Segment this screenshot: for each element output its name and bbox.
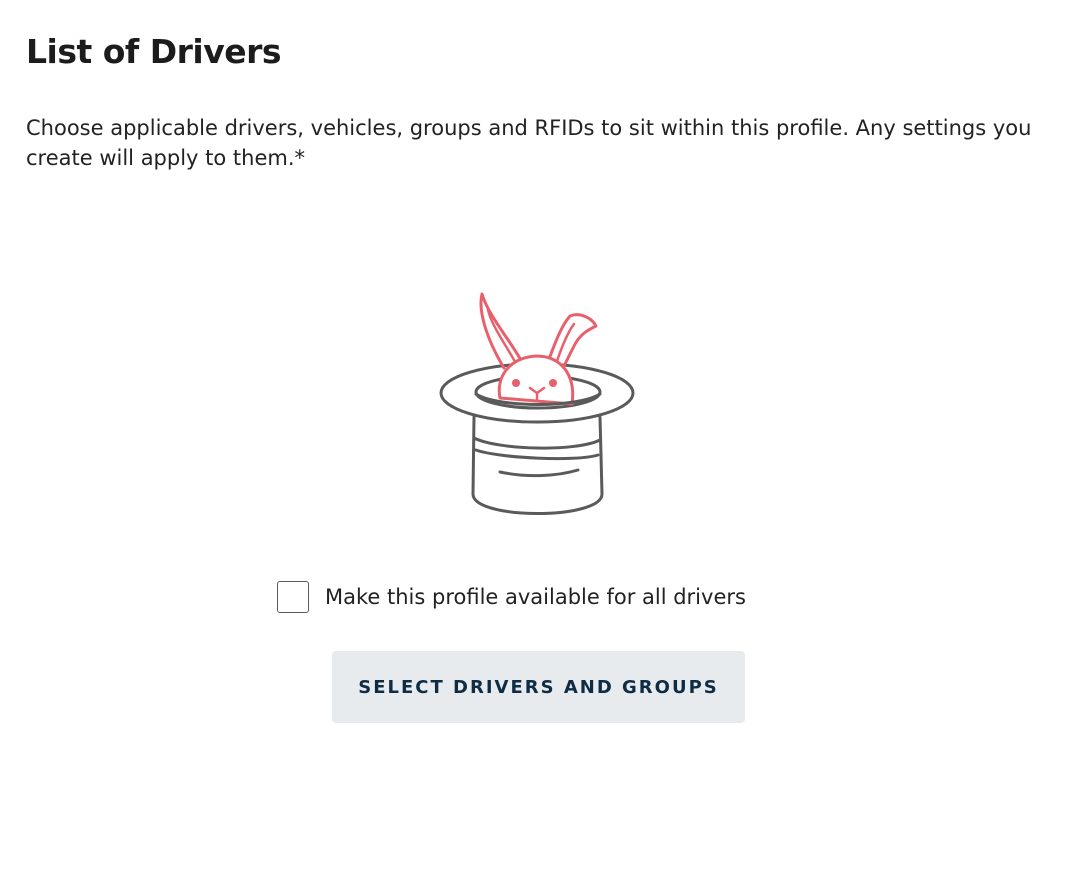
rabbit-in-hat-icon [438, 290, 638, 522]
driver-list-panel: List of Drivers Choose applicable driver… [0, 0, 1086, 876]
select-drivers-and-groups-button[interactable]: SELECT DRIVERS AND GROUPS [332, 651, 745, 723]
all-drivers-checkbox-label[interactable]: Make this profile available for all driv… [325, 585, 746, 609]
page-title: List of Drivers [26, 32, 282, 71]
all-drivers-checkbox-row[interactable]: Make this profile available for all driv… [277, 579, 746, 615]
all-drivers-checkbox[interactable] [277, 581, 309, 613]
profile-description: Choose applicable drivers, vehicles, gro… [26, 116, 1032, 170]
